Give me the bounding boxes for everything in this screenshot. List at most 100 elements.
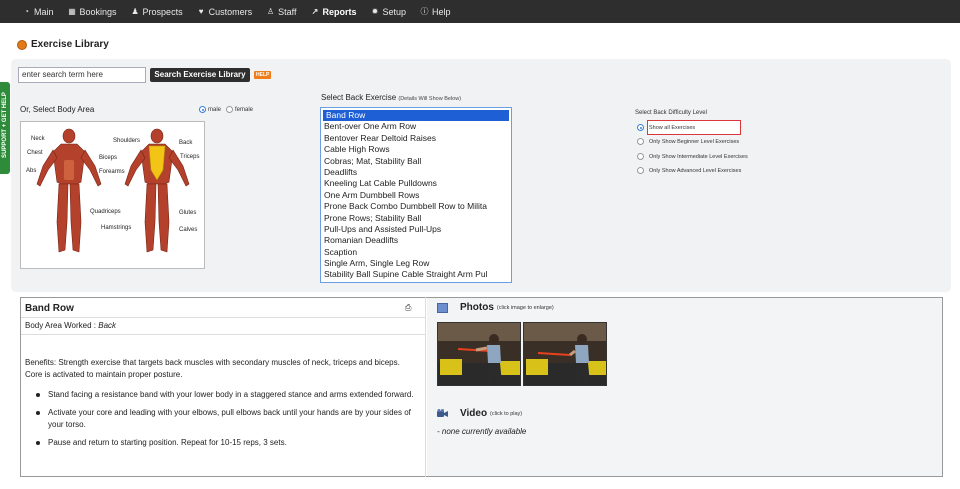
- exercise-option[interactable]: Pull-Ups and Assisted Pull-Ups: [321, 224, 511, 235]
- exercise-select-label: Select Back Exercise (Details Will Show …: [321, 93, 461, 102]
- heart-icon: ♥: [198, 7, 204, 16]
- exercise-option[interactable]: Single Arm, Single Leg Row: [321, 258, 511, 269]
- difficulty-advanced-radio[interactable]: Only Show Advanced Level Exercises: [637, 167, 741, 174]
- photo-image: [524, 323, 606, 385]
- difficulty-intermediate-label: Only Show Intermediate Level Exercises: [649, 153, 748, 160]
- muscle-forearms[interactable]: Forearms: [99, 169, 125, 175]
- exercise-select-label-text: Select Back Exercise: [321, 93, 397, 102]
- photos-note: (click image to enlarge): [496, 304, 554, 311]
- nav-help-label: Help: [432, 6, 451, 17]
- exercise-option[interactable]: Band Row: [323, 110, 509, 122]
- nav-setup-label: Setup: [382, 6, 406, 17]
- nav-reports-label: Reports: [322, 6, 357, 17]
- difficulty-beginner-radio[interactable]: Only Show Beginner Level Exercises: [637, 138, 739, 145]
- gender-female-label: female: [235, 106, 254, 113]
- nav-setup[interactable]: ✹ Setup: [370, 7, 406, 17]
- top-nav: ◔ Main ▦ Bookings ♟ Prospects ♥ Customers ♙ S…: [0, 0, 960, 23]
- dashboard-icon: ◔: [24, 7, 29, 16]
- video-heading: Video (click to play): [437, 408, 522, 419]
- body-area-worked-label: Body Area Worked :: [25, 321, 99, 330]
- body-map[interactable]: Neck Shoulders Back Chest Biceps Triceps…: [20, 121, 205, 269]
- difficulty-label: Select Back Difficulty Level: [635, 110, 707, 116]
- muscle-shoulders[interactable]: Shoulders: [113, 138, 140, 144]
- photo-icon: [437, 302, 448, 313]
- gender-male-radio[interactable]: male: [199, 106, 221, 113]
- steps-list: Stand facing a resistance band with your…: [36, 389, 414, 455]
- nav-main[interactable]: ◔ Main: [22, 6, 54, 17]
- nav-customers-label: Customers: [208, 6, 253, 17]
- nav-prospects[interactable]: ♟ Prospects: [131, 6, 183, 17]
- radio-icon: [226, 106, 233, 113]
- divider: [21, 317, 425, 318]
- search-input[interactable]: enter search term here: [18, 67, 146, 83]
- gender-female-radio[interactable]: female: [226, 106, 253, 113]
- muscle-back[interactable]: Back: [179, 140, 192, 146]
- exercise-option[interactable]: Deadlifts: [321, 167, 511, 178]
- nav-main-label: Main: [34, 6, 54, 17]
- calendar-icon: ▦: [68, 7, 76, 16]
- difficulty-all-radio[interactable]: Show all Exercises: [637, 124, 695, 131]
- difficulty-advanced-label: Only Show Advanced Level Exercises: [649, 167, 742, 174]
- step-item: Stand facing a resistance band with your…: [36, 389, 414, 401]
- muscle-chest[interactable]: Chest: [27, 150, 43, 156]
- video-label: Video: [460, 408, 488, 419]
- exercise-listbox[interactable]: Band Row Bent-over One Arm Row Bentover …: [320, 107, 512, 283]
- user-icon: ♙: [267, 7, 275, 16]
- muscle-abs[interactable]: Abs: [26, 168, 36, 174]
- muscle-hamstrings[interactable]: Hamstrings: [101, 225, 131, 231]
- nav-staff[interactable]: ♙ Staff: [266, 7, 296, 17]
- video-note: (click to play): [490, 410, 523, 417]
- help-badge[interactable]: HELP: [254, 71, 272, 79]
- video-none-text: - none currently available: [437, 427, 527, 436]
- nav-bookings[interactable]: ▦ Bookings: [68, 6, 117, 17]
- exercise-photo-thumbnail[interactable]: [437, 322, 521, 386]
- body-area-worked-value: Back: [98, 321, 117, 330]
- muscle-glutes[interactable]: Glutes: [179, 210, 196, 216]
- exercise-option[interactable]: Bent-over One Arm Row: [321, 121, 511, 132]
- nav-customers[interactable]: ♥ Customers: [197, 6, 253, 17]
- nav-reports[interactable]: ↗ Reports: [310, 6, 357, 17]
- support-tab[interactable]: SUPPORT + GET HELP: [0, 82, 10, 174]
- exercise-option[interactable]: Prone Rows; Stability Ball: [321, 213, 511, 224]
- difficulty-intermediate-radio[interactable]: Only Show Intermediate Level Exercises: [637, 153, 748, 160]
- print-icon[interactable]: ⎙: [405, 304, 414, 312]
- step-item: Activate your core and leading with your…: [36, 407, 414, 431]
- muscle-calves[interactable]: Calves: [179, 227, 197, 233]
- photos-heading: Photos (click image to enlarge): [437, 302, 554, 313]
- divider: [21, 334, 425, 335]
- exercise-option[interactable]: One Arm Dumbbell Rows: [321, 190, 511, 201]
- exercise-option[interactable]: Prone Back Combo Dumbbell Row to Milita: [321, 201, 511, 212]
- page-title-text: Exercise Library: [31, 39, 109, 50]
- page-title: Exercise Library: [17, 39, 109, 50]
- support-tab-label: SUPPORT + GET HELP: [2, 92, 8, 158]
- exercise-option[interactable]: Cable High Rows: [321, 144, 511, 155]
- exercise-option[interactable]: Romanian Deadlifts: [321, 235, 511, 246]
- muscle-triceps[interactable]: Triceps: [180, 154, 199, 160]
- nav-help[interactable]: ⓘ Help: [420, 7, 451, 17]
- gear-icon: ✹: [371, 7, 379, 16]
- video-camera-icon: [437, 408, 448, 417]
- gender-male-label: male: [208, 106, 222, 113]
- exercise-option[interactable]: Stability Ball Supine Cable Straight Arm…: [321, 269, 511, 280]
- difficulty-all-label: Show all Exercises: [649, 124, 696, 131]
- radio-icon: [637, 153, 644, 160]
- exercise-option[interactable]: Kneeling Lat Cable Pulldowns: [321, 178, 511, 189]
- muscle-neck[interactable]: Neck: [31, 136, 45, 142]
- exercise-option[interactable]: Cobras; Mat, Stability Ball: [321, 156, 511, 167]
- difficulty-beginner-label: Only Show Beginner Level Exercises: [649, 138, 740, 145]
- radio-icon: [637, 124, 644, 131]
- nav-prospects-label: Prospects: [142, 6, 183, 17]
- photo-image: [438, 323, 520, 385]
- search-button[interactable]: Search Exercise Library: [150, 68, 250, 82]
- muscle-quadriceps[interactable]: Quadriceps: [90, 209, 121, 215]
- exercise-option[interactable]: Scaption: [321, 247, 511, 258]
- body-area-worked: Body Area Worked : Back: [25, 321, 116, 330]
- step-item: Pause and return to starting position. R…: [36, 437, 414, 449]
- body-area-label: Or, Select Body Area: [20, 105, 95, 114]
- exercise-photo-thumbnail[interactable]: [523, 322, 607, 386]
- muscle-biceps[interactable]: Biceps: [99, 155, 117, 161]
- exercise-title: Band Row: [25, 303, 74, 314]
- nav-bookings-label: Bookings: [79, 6, 117, 17]
- library-icon: [17, 39, 27, 50]
- exercise-option[interactable]: Bentover Rear Deltoid Raises: [321, 133, 511, 144]
